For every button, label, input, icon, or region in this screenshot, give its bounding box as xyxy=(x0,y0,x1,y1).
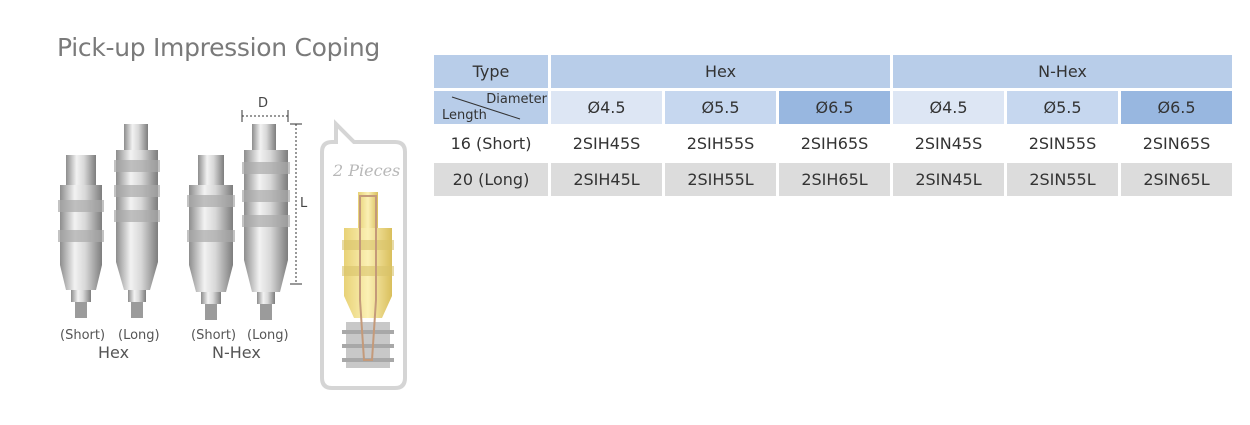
diameter-cell: Ø4.5 xyxy=(893,91,1004,124)
code-cell: 2SIH45S xyxy=(551,127,662,160)
hex-group-header: Hex xyxy=(551,55,890,88)
code-cell: 2SIH65L xyxy=(779,163,890,196)
code-cell: 2SIH45L xyxy=(551,163,662,196)
pieces-label: 2 Pieces xyxy=(333,161,401,180)
length-cell: 20 (Long) xyxy=(434,163,548,196)
code-cell: 2SIN55S xyxy=(1007,127,1118,160)
diameter-row: Diameter Length Ø4.5 Ø5.5 Ø6.5 Ø4.5 Ø5.5… xyxy=(434,91,1232,124)
nhex-long-caption: (Long) xyxy=(247,328,289,343)
code-cell: 2SIN65S xyxy=(1121,127,1232,160)
nhex-group-header: N-Hex xyxy=(893,55,1232,88)
nhex-short-caption: (Short) xyxy=(191,328,237,343)
code-cell: 2SIN45L xyxy=(893,163,1004,196)
diameter-cell: Ø5.5 xyxy=(665,91,776,124)
diameter-label: Diameter xyxy=(486,92,547,107)
diameter-cell: Ø6.5 xyxy=(1121,91,1232,124)
type-header: Type xyxy=(434,55,548,88)
coping-illustration xyxy=(58,110,407,390)
spec-table: Type Hex N-Hex Diameter Length Ø4.5 Ø5.5… xyxy=(431,52,1235,199)
code-cell: 2SIN55L xyxy=(1007,163,1118,196)
table-row: 20 (Long) 2SIH45L 2SIH55L 2SIH65L 2SIN45… xyxy=(434,163,1232,196)
code-cell: 2SIH55S xyxy=(665,127,776,160)
table-header-row: Type Hex N-Hex xyxy=(434,55,1232,88)
diameter-cell: Ø6.5 xyxy=(779,91,890,124)
code-cell: 2SIN45S xyxy=(893,127,1004,160)
hex-group-label: Hex xyxy=(98,343,130,362)
nhex-long-coping xyxy=(242,124,290,320)
length-cell: 16 (Short) xyxy=(434,127,548,160)
table-row: 16 (Short) 2SIH45S 2SIH55S 2SIH65S 2SIN4… xyxy=(434,127,1232,160)
length-label: Length xyxy=(442,108,487,123)
hex-short-coping xyxy=(58,155,104,318)
nhex-short-coping xyxy=(187,155,235,320)
dimension-l-label: L xyxy=(300,196,308,211)
code-cell: 2SIH55L xyxy=(665,163,776,196)
hex-long-caption: (Long) xyxy=(118,328,160,343)
hex-long-coping xyxy=(114,124,160,318)
diameter-length-corner: Diameter Length xyxy=(434,91,548,124)
diameter-cell: Ø4.5 xyxy=(551,91,662,124)
dimension-d-label: D xyxy=(258,96,269,111)
code-cell: 2SIH65S xyxy=(779,127,890,160)
code-cell: 2SIN65L xyxy=(1121,163,1232,196)
hex-short-caption: (Short) xyxy=(60,328,106,343)
nhex-group-label: N-Hex xyxy=(212,343,261,362)
diameter-cell: Ø5.5 xyxy=(1007,91,1118,124)
